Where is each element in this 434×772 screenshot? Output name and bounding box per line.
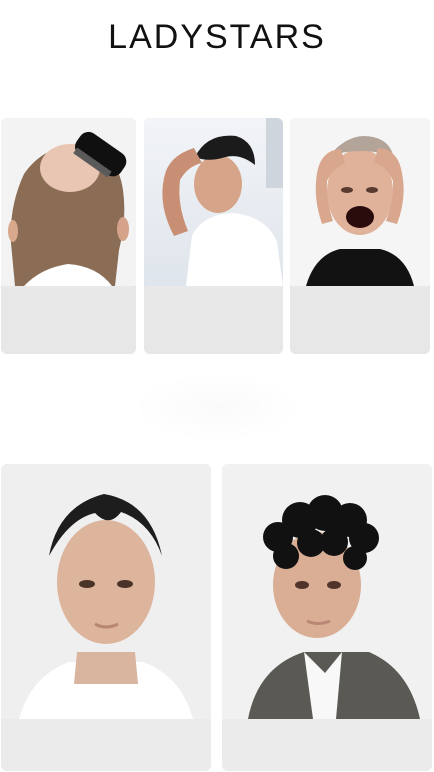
balding-scalp-with-comb-image: [1, 118, 136, 286]
blank-spacer: [130, 372, 306, 442]
gallery-card-stressed-man[interactable]: [290, 118, 430, 354]
brand-header: LADYSTARS: [0, 18, 434, 57]
gallery-card-balding-scalp[interactable]: [1, 118, 136, 354]
gallery-card-receding-hairline[interactable]: [1, 464, 211, 771]
card-caption-area: [290, 288, 430, 354]
card-caption-area: [222, 719, 432, 771]
man-curly-hair-portrait-image: [222, 464, 432, 719]
stressed-man-holding-head-image: [290, 118, 430, 286]
gallery-card-curly-hair[interactable]: [222, 464, 432, 771]
man-touching-head-sunlight-image: [144, 118, 283, 286]
card-caption-area: [1, 288, 136, 354]
man-receding-hairline-portrait-image: [1, 464, 211, 719]
gallery-card-man-touching-head[interactable]: [144, 118, 283, 354]
brand-logo: LADYSTARS: [108, 18, 326, 56]
card-caption-area: [144, 288, 283, 354]
card-caption-area: [1, 719, 211, 771]
